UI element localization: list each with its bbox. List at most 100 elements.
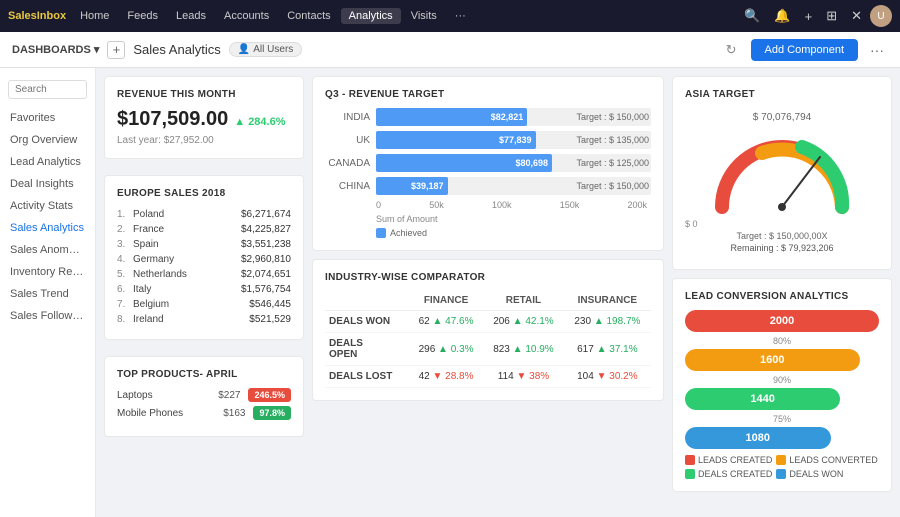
lead-legend: LEADS CREATED LEADS CONVERTED DEALS CREA… bbox=[685, 455, 879, 479]
top-products-card: TOP PRODUCTS- APRIL Laptops $227 246.5% … bbox=[104, 356, 304, 437]
plus-icon[interactable]: + bbox=[799, 9, 819, 24]
nav-more[interactable]: ··· bbox=[447, 8, 474, 24]
legend-dot-blue bbox=[776, 469, 786, 479]
nav-contacts[interactable]: Contacts bbox=[279, 8, 338, 24]
list-item: 7.Belgium$546,445 bbox=[117, 297, 291, 312]
add-component-button[interactable]: Add Component bbox=[751, 39, 859, 61]
revenue-amount: $107,509.00 bbox=[117, 108, 228, 131]
conv-bar-row-1080: 1080 bbox=[685, 427, 879, 449]
bar-chart: INDIA $82,821 Target : $ 150,000 UK bbox=[325, 108, 651, 238]
revenue-target-card: Q3 - REVENUE TARGET INDIA $82,821 Target… bbox=[312, 76, 664, 251]
close-icon[interactable]: ✕ bbox=[845, 8, 868, 24]
chevron-down-icon: ▾ bbox=[94, 43, 100, 56]
gauge-target-label: Target : $ 150,000,00X bbox=[736, 231, 827, 241]
sidebar-item-inventory-reports[interactable]: Inventory Reports bbox=[0, 261, 95, 283]
bar-fill: $39,187 bbox=[376, 177, 448, 195]
legend-deals-created: DEALS CREATED bbox=[685, 469, 772, 479]
content-area: REVENUE THIS MONTH $107,509.00 ▲ 284.6% … bbox=[96, 68, 900, 517]
more-options-button[interactable]: ··· bbox=[866, 42, 888, 58]
bar-fill: $77,839 bbox=[376, 131, 536, 149]
product-row: Laptops $227 246.5% bbox=[117, 388, 291, 402]
gauge-top-value: $ 70,076,794 bbox=[753, 112, 811, 123]
table-row: DEALS WON 62 ▲ 47.6% 206 ▲ 42.1% 230 ▲ 1… bbox=[325, 311, 651, 333]
bar-fill: $80,698 bbox=[376, 154, 552, 172]
gauge-svg bbox=[702, 127, 862, 217]
bar-row-canada: CANADA $80,698 Target : $ 125,000 bbox=[325, 154, 651, 172]
bar-fill: $82,821 bbox=[376, 108, 527, 126]
col-header-finance: FINANCE bbox=[409, 291, 483, 311]
col-header-insurance: INSURANCE bbox=[564, 291, 651, 311]
products-title: TOP PRODUCTS- APRIL bbox=[117, 369, 291, 380]
nav-leads[interactable]: Leads bbox=[168, 8, 214, 24]
conv-pct-90: 90% bbox=[685, 375, 879, 385]
conv-bar-leads-created: 2000 bbox=[685, 310, 879, 332]
table-row: DEALS LOST 42 ▼ 28.8% 114 ▼ 38% 104 ▼ 30… bbox=[325, 366, 651, 388]
bar-row-uk: UK $77,839 Target : $ 135,000 bbox=[325, 131, 651, 149]
right-column: ASIA TARGET $ 70,076,794 bbox=[672, 76, 892, 509]
product-badge-mobile: 97.8% bbox=[253, 406, 291, 420]
sidebar: Favorites Org Overview Lead Analytics De… bbox=[0, 68, 96, 517]
gauge-remaining-label: Remaining : $ 79,923,206 bbox=[730, 243, 833, 253]
refresh-icon[interactable]: ↻ bbox=[726, 42, 737, 58]
add-dashboard-button[interactable]: + bbox=[107, 41, 125, 59]
list-item: 6.Italy$1,576,754 bbox=[117, 282, 291, 297]
page-title: Sales Analytics bbox=[133, 42, 220, 57]
sub-header: DASHBOARDS ▾ + Sales Analytics 👤 All Use… bbox=[0, 32, 900, 68]
industry-title: INDUSTRY-WISE COMPARATOR bbox=[325, 272, 651, 283]
revenue-change: ▲ 284.6% bbox=[234, 116, 285, 128]
sidebar-item-sales-analytics[interactable]: Sales Analytics bbox=[0, 217, 95, 239]
nav-home[interactable]: Home bbox=[72, 8, 117, 24]
revenue-card: REVENUE THIS MONTH $107,509.00 ▲ 284.6% … bbox=[104, 76, 304, 159]
list-item: 8.Ireland$521,529 bbox=[117, 312, 291, 327]
list-item: 2.France$4,225,827 bbox=[117, 222, 291, 237]
product-row: Mobile Phones $163 97.8% bbox=[117, 406, 291, 420]
search-input[interactable] bbox=[8, 80, 87, 99]
dashboards-button[interactable]: DASHBOARDS ▾ bbox=[12, 43, 99, 56]
legend-deals-won: DEALS WON bbox=[776, 469, 843, 479]
bar-row-china: CHINA $39,187 Target : $ 150,000 bbox=[325, 177, 651, 195]
nav-visits[interactable]: Visits bbox=[403, 8, 445, 24]
sidebar-item-lead-analytics[interactable]: Lead Analytics bbox=[0, 151, 95, 173]
product-badge-laptops: 246.5% bbox=[248, 388, 291, 402]
legend-dot-red bbox=[685, 455, 695, 465]
revenue-title: REVENUE THIS MONTH bbox=[117, 89, 291, 100]
nav-analytics[interactable]: Analytics bbox=[341, 8, 401, 24]
sidebar-item-favorites[interactable]: Favorites bbox=[0, 107, 95, 129]
list-item: 1.Poland$6,271,674 bbox=[117, 207, 291, 222]
gauge-container: $ 70,076,794 $ 0 bbox=[685, 108, 879, 257]
legend-leads-converted: LEADS CONVERTED bbox=[776, 455, 877, 465]
sidebar-item-deal-insights[interactable]: Deal Insights bbox=[0, 173, 95, 195]
europe-list: 1.Poland$6,271,674 2.France$4,225,827 3.… bbox=[117, 207, 291, 327]
nav-feeds[interactable]: Feeds bbox=[119, 8, 166, 24]
sidebar-item-sales-trend[interactable]: Sales Trend bbox=[0, 283, 95, 305]
nav-accounts[interactable]: Accounts bbox=[216, 8, 277, 24]
col-header-retail: RETAIL bbox=[483, 291, 564, 311]
lead-conversion-card: LEAD CONVERSION ANALYTICS 2000 80% 1600 … bbox=[672, 278, 892, 492]
list-item: 4.Germany$2,960,810 bbox=[117, 252, 291, 267]
gauge-min: $ 0 bbox=[685, 219, 698, 229]
sidebar-item-org-overview[interactable]: Org Overview bbox=[0, 129, 95, 151]
grid-icon[interactable]: ⊞ bbox=[820, 8, 843, 24]
chart-achieved-legend: Achieved bbox=[376, 228, 651, 238]
users-filter-badge[interactable]: 👤 All Users bbox=[229, 42, 302, 57]
sidebar-item-sales-followup[interactable]: Sales Follow-up T bbox=[0, 305, 95, 327]
sidebar-search-container bbox=[0, 76, 95, 103]
avatar[interactable]: U bbox=[870, 5, 892, 27]
x-axis: 0 50k 100k 150k 200k bbox=[376, 200, 651, 210]
conv-bar-deals-won: 1080 bbox=[685, 427, 831, 449]
revenue-target-title: Q3 - REVENUE TARGET bbox=[325, 89, 651, 100]
asia-title: ASIA TARGET bbox=[685, 89, 879, 100]
lead-conv-title: LEAD CONVERSION ANALYTICS bbox=[685, 291, 879, 302]
conv-bar-row-2000: 2000 bbox=[685, 310, 879, 332]
europe-sales-card: EUROPE SALES 2018 1.Poland$6,271,674 2.F… bbox=[104, 175, 304, 340]
users-icon: 👤 bbox=[238, 44, 250, 55]
europe-title: EUROPE SALES 2018 bbox=[117, 188, 291, 199]
sidebar-item-activity-stats[interactable]: Activity Stats bbox=[0, 195, 95, 217]
search-icon[interactable]: 🔍 bbox=[738, 8, 766, 24]
asia-target-card: ASIA TARGET $ 70,076,794 bbox=[672, 76, 892, 270]
bell-icon[interactable]: 🔔 bbox=[768, 8, 796, 24]
col-header-empty bbox=[325, 291, 409, 311]
conv-bar-row-1440: 1440 bbox=[685, 388, 879, 410]
sidebar-item-sales-anomalies[interactable]: Sales Anomalies bbox=[0, 239, 95, 261]
bar-row-india: INDIA $82,821 Target : $ 150,000 bbox=[325, 108, 651, 126]
